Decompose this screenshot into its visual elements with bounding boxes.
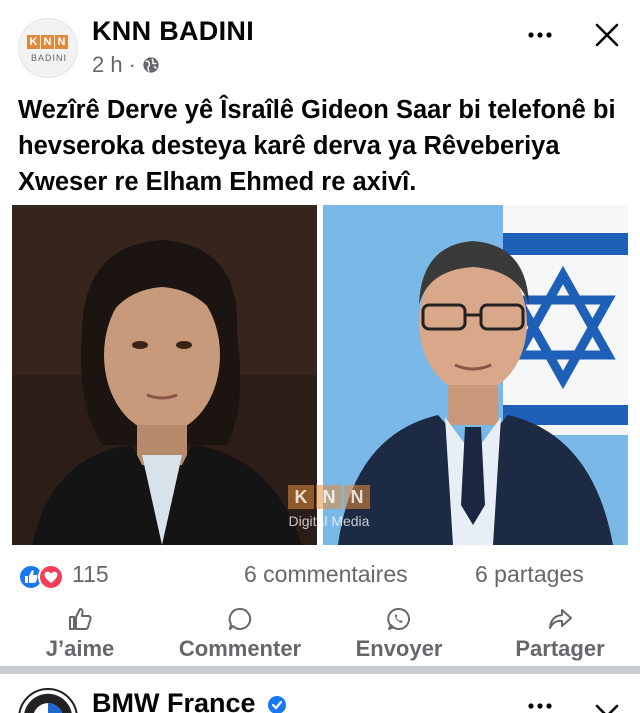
- watermark-letter: K: [288, 485, 314, 509]
- post-card: K N N BADINI KNN BADINI 2 h · Wezîrê Der…: [0, 0, 640, 661]
- page-avatar[interactable]: K N N BADINI: [18, 18, 78, 78]
- next-close-icon[interactable]: [590, 692, 624, 713]
- shares-count[interactable]: 6 partages: [475, 561, 584, 588]
- share-label: Partager: [515, 636, 605, 661]
- logo-letter: N: [55, 35, 68, 49]
- close-icon[interactable]: [590, 18, 624, 52]
- reactions-summary[interactable]: [18, 564, 66, 590]
- knn-logo: K N N: [27, 35, 68, 49]
- send-label: Envoyer: [355, 636, 443, 661]
- watermark-letter: N: [316, 485, 342, 509]
- comment-bubble-icon: [228, 607, 252, 630]
- watermark-letter: N: [344, 485, 370, 509]
- comment-label: Commenter: [178, 636, 302, 661]
- next-post-header: BMW France: [0, 674, 640, 713]
- logo-letter: N: [41, 35, 54, 49]
- post-text: Wezîrê Derve yê Îsraîlê Gideon Saar bi t…: [18, 96, 616, 196]
- photo-woman[interactable]: [12, 205, 317, 545]
- reaction-count[interactable]: 115: [72, 561, 109, 588]
- thumbs-up-icon: [69, 608, 92, 630]
- post-stats: 115 6 commentaires 6 partages: [0, 558, 640, 594]
- logo-subtitle: BADINI: [30, 53, 67, 63]
- like-button[interactable]: J’aime: [18, 606, 142, 664]
- whatsapp-icon: [387, 607, 410, 630]
- like-label: J’aime: [45, 636, 115, 661]
- post-meta: 2 h ·: [92, 52, 160, 78]
- post-media[interactable]: K N N Digital Media: [12, 205, 628, 545]
- bmw-logo-icon[interactable]: [18, 688, 78, 713]
- comments-count[interactable]: 6 commentaires: [244, 561, 408, 588]
- share-button[interactable]: Partager: [498, 606, 622, 664]
- share-arrow-icon: [549, 609, 572, 629]
- post-actions: J’aime Commenter Envoyer Partager: [0, 606, 640, 664]
- logo-letter: K: [27, 35, 40, 49]
- post-header: K N N BADINI KNN BADINI 2 h ·: [0, 0, 640, 88]
- meta-separator: ·: [128, 52, 136, 77]
- watermark-text: Digital Media: [288, 513, 370, 529]
- next-page-name[interactable]: BMW France: [92, 688, 287, 713]
- send-button[interactable]: Envoyer: [342, 606, 456, 664]
- globe-icon[interactable]: [142, 56, 160, 74]
- comment-button[interactable]: Commenter: [162, 606, 318, 664]
- next-page-name-text: BMW France: [92, 688, 256, 713]
- watermark: K N N Digital Media: [274, 485, 384, 529]
- page-name[interactable]: KNN BADINI: [92, 16, 254, 47]
- love-reaction-icon: [38, 564, 64, 590]
- more-options-icon[interactable]: [520, 20, 560, 50]
- watermark-logo: K N N: [274, 485, 384, 509]
- verified-badge-icon: [268, 695, 287, 713]
- post-time[interactable]: 2 h: [92, 52, 123, 78]
- feed-divider: [0, 666, 640, 674]
- next-more-options-icon[interactable]: [520, 696, 560, 713]
